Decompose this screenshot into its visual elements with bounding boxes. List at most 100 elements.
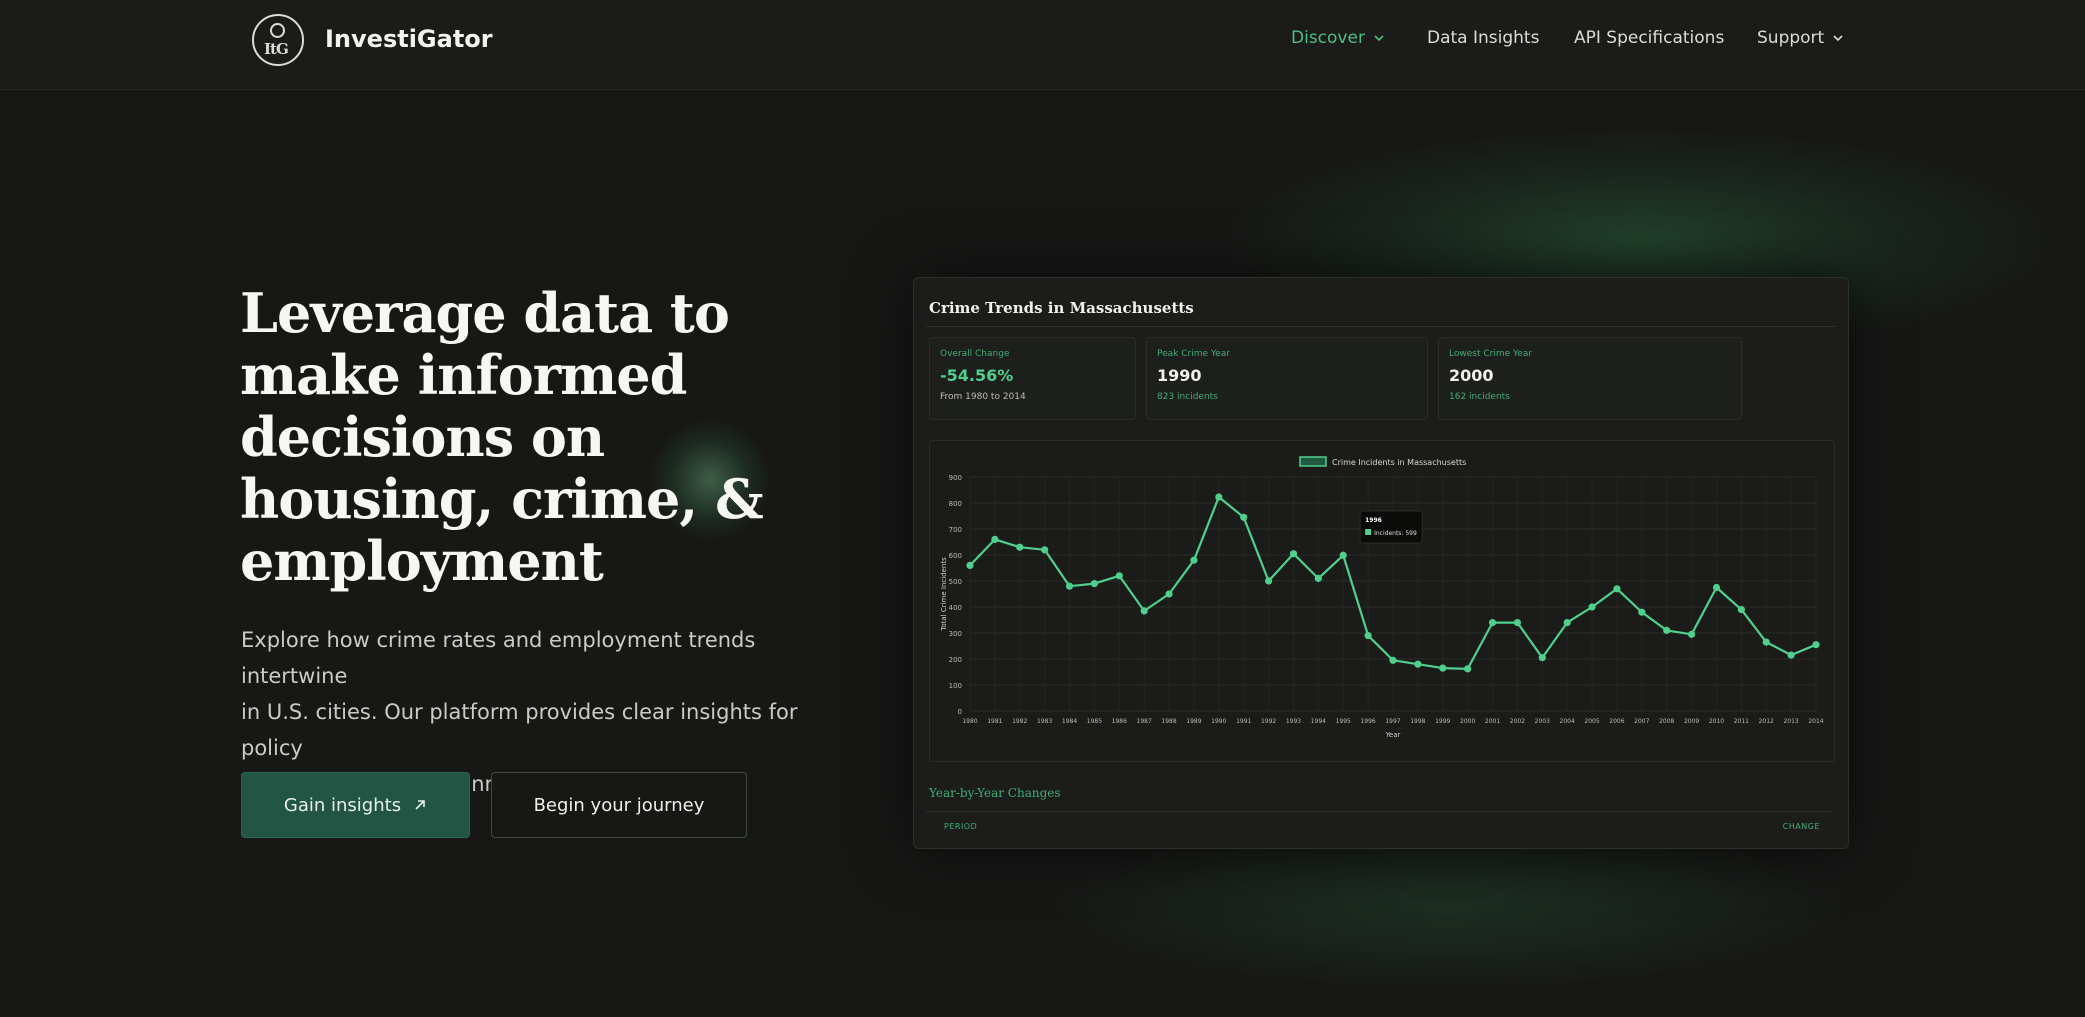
chevron-down-icon [1833, 35, 1843, 42]
x-tick-label: 1982 [1012, 718, 1027, 725]
data-point [1264, 577, 1273, 585]
data-point [1712, 583, 1721, 592]
x-tick-label: 1986 [1112, 718, 1127, 725]
data-point [1439, 664, 1447, 672]
x-tick-label: 2002 [1510, 718, 1525, 725]
data-point [1613, 585, 1621, 593]
tooltip-box [1359, 510, 1423, 544]
y-tick-label: 900 [949, 474, 962, 482]
y-tick-label: 500 [949, 578, 962, 586]
data-point [1190, 556, 1198, 564]
begin-journey-button[interactable]: Begin your journey [491, 772, 747, 838]
data-point [1364, 632, 1372, 640]
x-tick-label: 1990 [1211, 718, 1226, 725]
hero-title-line: housing, crime, & [240, 467, 764, 531]
tooltip-title: 1996 [1365, 517, 1382, 524]
x-tick-label: 2013 [1783, 718, 1798, 725]
data-point [991, 535, 999, 543]
x-tick-label: 1983 [1037, 718, 1052, 725]
x-tick-label: 2006 [1609, 718, 1624, 725]
stat-value: 2000 [1449, 366, 1494, 385]
x-tick-label: 2000 [1460, 718, 1475, 725]
gain-insights-button[interactable]: Gain insights [241, 772, 470, 838]
x-tick-label: 1988 [1161, 718, 1176, 725]
legend-swatch [1299, 456, 1327, 467]
y-axis-label: Total Crime Incidents [940, 557, 948, 632]
data-point [1215, 493, 1223, 501]
y-tick-label: 800 [949, 500, 962, 508]
gain-insights-label: Gain insights [283, 794, 402, 816]
data-point [1090, 580, 1099, 588]
y-tick-label: 100 [949, 682, 962, 690]
divider [926, 326, 1836, 327]
data-point [1289, 550, 1298, 558]
crime-trend-chart: 0 100 200 300 400 500 600 700 800 900 1980 1981 1982… [929, 440, 1835, 762]
stat-label: Lowest Crime Year [1449, 349, 1533, 359]
nav-support-label: Support [1757, 28, 1825, 48]
stat-peak-year: Peak Crime Year 1990 823 incidents [1146, 337, 1428, 420]
divider [926, 811, 1832, 812]
top-navigation-bar: ItG InvestiGator Discover Data Insights … [0, 0, 2085, 90]
brand-name[interactable]: InvestiGator [325, 25, 493, 53]
data-point [1165, 590, 1173, 598]
data-point [1762, 638, 1770, 646]
begin-journey-label: Begin your journey [533, 794, 705, 816]
data-point [1389, 656, 1397, 664]
data-point [1538, 654, 1546, 662]
x-tick-label: 1999 [1435, 718, 1450, 725]
hero-title-line: employment [240, 529, 604, 593]
x-tick-label: 1992 [1261, 718, 1276, 725]
tooltip-swatch [1365, 529, 1372, 535]
x-tick-label: 1980 [962, 718, 977, 725]
data-point [1737, 606, 1745, 614]
x-tick-label: 2004 [1560, 718, 1575, 725]
nav-api-specifications[interactable]: API Specifications [1574, 28, 1724, 48]
data-point [1065, 582, 1074, 590]
x-tick-label: 1987 [1137, 718, 1152, 725]
nav-discover[interactable]: Discover [1291, 28, 1385, 48]
x-tick-label: 1998 [1410, 718, 1425, 725]
line-chart-svg: 0 100 200 300 400 500 600 700 800 900 1980 1981 1982… [940, 456, 1824, 739]
x-tick-label: 1989 [1186, 718, 1201, 725]
stat-label: Overall Change [940, 349, 1010, 359]
x-tick-label: 2014 [1808, 718, 1823, 725]
x-tick-label: 2005 [1584, 718, 1599, 725]
data-point [1115, 572, 1123, 580]
hero-title-line: Leverage data to [240, 281, 730, 345]
y-tick-label: 0 [958, 708, 962, 716]
nav-support[interactable]: Support [1757, 28, 1844, 48]
x-tick-label: 1984 [1062, 718, 1077, 725]
data-point [1812, 641, 1820, 649]
data-point [1140, 607, 1148, 615]
dashboard-preview-card: Crime Trends in Massachusetts Overall Ch… [913, 277, 1849, 849]
stat-value: -54.56% [940, 366, 1014, 385]
tooltip-text: Incidents: 599 [1374, 530, 1417, 537]
data-point [1240, 513, 1248, 521]
x-tick-label: 2012 [1759, 718, 1774, 725]
x-tick-label: 1985 [1087, 718, 1102, 725]
year-by-year-title: Year-by-Year Changes [929, 786, 1061, 800]
stat-label: Peak Crime Year [1157, 349, 1230, 359]
x-tick-label: 2007 [1634, 718, 1649, 725]
stat-lowest-year: Lowest Crime Year 2000 162 incidents [1438, 337, 1742, 420]
hero-description-line: Explore how crime rates and employment t… [241, 628, 756, 688]
x-tick-label: 1997 [1385, 718, 1400, 725]
logo-magnifier-ring [270, 23, 285, 38]
stat-sub: 823 incidents [1157, 392, 1218, 402]
logo-monogram: ItG [264, 40, 289, 58]
stat-overall-change: Overall Change -54.56% From 1980 to 2014 [929, 337, 1136, 420]
data-point [1513, 619, 1522, 627]
x-tick-label: 2003 [1535, 718, 1550, 725]
data-point [1563, 619, 1571, 627]
data-point [1016, 543, 1024, 551]
x-tick-label: 1995 [1336, 718, 1351, 725]
hero-title-line: make informed [240, 343, 687, 407]
hero-description-line: in U.S. cities. Our platform provides cl… [241, 700, 798, 760]
x-tick-label: 1996 [1360, 718, 1375, 725]
data-point [1787, 651, 1795, 659]
data-point [1488, 619, 1497, 627]
data-point [1663, 626, 1671, 634]
logo-icon[interactable]: ItG [252, 14, 304, 66]
nav-data-insights[interactable]: Data Insights [1427, 28, 1539, 48]
x-tick-label: 2010 [1709, 718, 1724, 725]
